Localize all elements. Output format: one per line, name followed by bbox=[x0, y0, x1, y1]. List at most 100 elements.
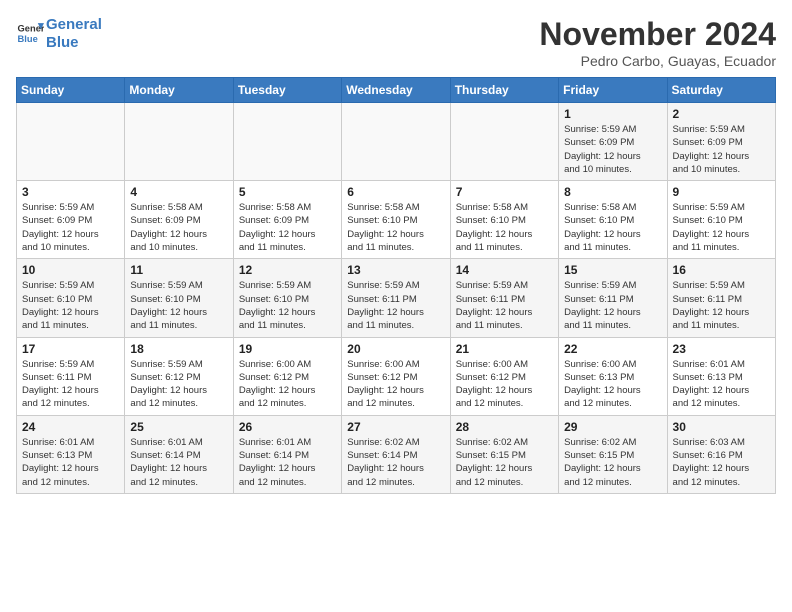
day-info: Sunrise: 5:59 AM Sunset: 6:09 PM Dayligh… bbox=[564, 123, 661, 176]
day-number: 26 bbox=[239, 420, 336, 434]
day-number: 12 bbox=[239, 263, 336, 277]
calendar-cell: 7 Sunrise: 5:58 AM Sunset: 6:10 PM Daylig… bbox=[450, 181, 558, 259]
calendar-cell: 27 Sunrise: 6:02 AM Sunset: 6:14 PM Dayli… bbox=[342, 415, 450, 493]
day-number: 28 bbox=[456, 420, 553, 434]
calendar-cell: 14 Sunrise: 5:59 AM Sunset: 6:11 PM Dayli… bbox=[450, 259, 558, 337]
logo: General Blue GeneralBlue bbox=[16, 16, 102, 52]
location-subtitle: Pedro Carbo, Guayas, Ecuador bbox=[539, 53, 776, 69]
logo-icon: General Blue bbox=[16, 20, 44, 48]
day-info: Sunrise: 6:00 AM Sunset: 6:12 PM Dayligh… bbox=[347, 358, 444, 411]
calendar-cell: 20 Sunrise: 6:00 AM Sunset: 6:12 PM Dayli… bbox=[342, 337, 450, 415]
calendar-cell: 11 Sunrise: 5:59 AM Sunset: 6:10 PM Dayli… bbox=[125, 259, 233, 337]
page-header: General Blue GeneralBlue November 2024 P… bbox=[16, 16, 776, 69]
calendar-cell: 8 Sunrise: 5:58 AM Sunset: 6:10 PM Daylig… bbox=[559, 181, 667, 259]
day-number: 3 bbox=[22, 185, 119, 199]
day-number: 8 bbox=[564, 185, 661, 199]
calendar-week-2: 3 Sunrise: 5:59 AM Sunset: 6:09 PM Daylig… bbox=[17, 181, 776, 259]
day-info: Sunrise: 6:02 AM Sunset: 6:15 PM Dayligh… bbox=[456, 436, 553, 489]
day-info: Sunrise: 5:59 AM Sunset: 6:10 PM Dayligh… bbox=[239, 279, 336, 332]
day-info: Sunrise: 6:01 AM Sunset: 6:14 PM Dayligh… bbox=[239, 436, 336, 489]
calendar-cell: 21 Sunrise: 6:00 AM Sunset: 6:12 PM Dayli… bbox=[450, 337, 558, 415]
day-info: Sunrise: 5:58 AM Sunset: 6:10 PM Dayligh… bbox=[347, 201, 444, 254]
day-info: Sunrise: 5:59 AM Sunset: 6:11 PM Dayligh… bbox=[564, 279, 661, 332]
calendar-cell: 10Sunrise: 5:59 AM Sunset: 6:10 PM Dayli… bbox=[17, 259, 125, 337]
day-number: 6 bbox=[347, 185, 444, 199]
day-info: Sunrise: 6:03 AM Sunset: 6:16 PM Dayligh… bbox=[673, 436, 770, 489]
day-number: 27 bbox=[347, 420, 444, 434]
day-number: 13 bbox=[347, 263, 444, 277]
calendar-cell: 26 Sunrise: 6:01 AM Sunset: 6:14 PM Dayli… bbox=[233, 415, 341, 493]
weekday-header-wednesday: Wednesday bbox=[342, 78, 450, 103]
calendar-cell bbox=[125, 103, 233, 181]
calendar-cell bbox=[17, 103, 125, 181]
day-info: Sunrise: 5:59 AM Sunset: 6:09 PM Dayligh… bbox=[673, 123, 770, 176]
day-info: Sunrise: 5:59 AM Sunset: 6:11 PM Dayligh… bbox=[456, 279, 553, 332]
calendar-cell: 12 Sunrise: 5:59 AM Sunset: 6:10 PM Dayli… bbox=[233, 259, 341, 337]
day-number: 21 bbox=[456, 342, 553, 356]
day-number: 1 bbox=[564, 107, 661, 121]
day-info: Sunrise: 6:00 AM Sunset: 6:12 PM Dayligh… bbox=[456, 358, 553, 411]
day-info: Sunrise: 5:59 AM Sunset: 6:11 PM Dayligh… bbox=[673, 279, 770, 332]
calendar-cell: 9Sunrise: 5:59 AM Sunset: 6:10 PM Daylig… bbox=[667, 181, 775, 259]
day-number: 14 bbox=[456, 263, 553, 277]
calendar-cell: 13Sunrise: 5:59 AM Sunset: 6:11 PM Dayli… bbox=[342, 259, 450, 337]
calendar-cell bbox=[233, 103, 341, 181]
calendar-cell: 28 Sunrise: 6:02 AM Sunset: 6:15 PM Dayli… bbox=[450, 415, 558, 493]
day-number: 25 bbox=[130, 420, 227, 434]
day-info: Sunrise: 6:02 AM Sunset: 6:15 PM Dayligh… bbox=[564, 436, 661, 489]
logo-text: GeneralBlue bbox=[46, 16, 102, 52]
calendar-week-3: 10Sunrise: 5:59 AM Sunset: 6:10 PM Dayli… bbox=[17, 259, 776, 337]
calendar-cell: 25Sunrise: 6:01 AM Sunset: 6:14 PM Dayli… bbox=[125, 415, 233, 493]
day-number: 30 bbox=[673, 420, 770, 434]
calendar-cell bbox=[342, 103, 450, 181]
day-number: 23 bbox=[673, 342, 770, 356]
calendar-table: SundayMondayTuesdayWednesdayThursdayFrid… bbox=[16, 77, 776, 494]
day-info: Sunrise: 5:58 AM Sunset: 6:10 PM Dayligh… bbox=[564, 201, 661, 254]
day-number: 20 bbox=[347, 342, 444, 356]
day-info: Sunrise: 5:59 AM Sunset: 6:10 PM Dayligh… bbox=[130, 279, 227, 332]
day-number: 11 bbox=[130, 263, 227, 277]
svg-text:Blue: Blue bbox=[18, 34, 38, 44]
day-info: Sunrise: 6:01 AM Sunset: 6:13 PM Dayligh… bbox=[673, 358, 770, 411]
calendar-cell: 29Sunrise: 6:02 AM Sunset: 6:15 PM Dayli… bbox=[559, 415, 667, 493]
calendar-cell: 6 Sunrise: 5:58 AM Sunset: 6:10 PM Daylig… bbox=[342, 181, 450, 259]
calendar-cell: 30 Sunrise: 6:03 AM Sunset: 6:16 PM Dayli… bbox=[667, 415, 775, 493]
calendar-week-1: 1 Sunrise: 5:59 AM Sunset: 6:09 PM Daylig… bbox=[17, 103, 776, 181]
weekday-header-monday: Monday bbox=[125, 78, 233, 103]
day-info: Sunrise: 5:59 AM Sunset: 6:11 PM Dayligh… bbox=[22, 358, 119, 411]
calendar-cell: 24Sunrise: 6:01 AM Sunset: 6:13 PM Dayli… bbox=[17, 415, 125, 493]
day-number: 18 bbox=[130, 342, 227, 356]
title-block: November 2024 Pedro Carbo, Guayas, Ecuad… bbox=[539, 16, 776, 69]
calendar-cell: 19 Sunrise: 6:00 AM Sunset: 6:12 PM Dayli… bbox=[233, 337, 341, 415]
day-info: Sunrise: 5:59 AM Sunset: 6:12 PM Dayligh… bbox=[130, 358, 227, 411]
day-number: 4 bbox=[130, 185, 227, 199]
weekday-header-row: SundayMondayTuesdayWednesdayThursdayFrid… bbox=[17, 78, 776, 103]
day-info: Sunrise: 5:59 AM Sunset: 6:10 PM Dayligh… bbox=[22, 279, 119, 332]
weekday-header-saturday: Saturday bbox=[667, 78, 775, 103]
day-number: 15 bbox=[564, 263, 661, 277]
day-number: 24 bbox=[22, 420, 119, 434]
calendar-cell: 16Sunrise: 5:59 AM Sunset: 6:11 PM Dayli… bbox=[667, 259, 775, 337]
day-number: 2 bbox=[673, 107, 770, 121]
day-info: Sunrise: 5:58 AM Sunset: 6:09 PM Dayligh… bbox=[239, 201, 336, 254]
weekday-header-thursday: Thursday bbox=[450, 78, 558, 103]
calendar-cell: 18 Sunrise: 5:59 AM Sunset: 6:12 PM Dayli… bbox=[125, 337, 233, 415]
day-info: Sunrise: 6:00 AM Sunset: 6:12 PM Dayligh… bbox=[239, 358, 336, 411]
day-number: 17 bbox=[22, 342, 119, 356]
calendar-cell bbox=[450, 103, 558, 181]
calendar-week-4: 17 Sunrise: 5:59 AM Sunset: 6:11 PM Dayli… bbox=[17, 337, 776, 415]
day-info: Sunrise: 5:58 AM Sunset: 6:10 PM Dayligh… bbox=[456, 201, 553, 254]
calendar-cell: 1 Sunrise: 5:59 AM Sunset: 6:09 PM Daylig… bbox=[559, 103, 667, 181]
calendar-cell: 15 Sunrise: 5:59 AM Sunset: 6:11 PM Dayli… bbox=[559, 259, 667, 337]
calendar-cell: 5Sunrise: 5:58 AM Sunset: 6:09 PM Daylig… bbox=[233, 181, 341, 259]
day-info: Sunrise: 5:58 AM Sunset: 6:09 PM Dayligh… bbox=[130, 201, 227, 254]
calendar-cell: 2 Sunrise: 5:59 AM Sunset: 6:09 PM Daylig… bbox=[667, 103, 775, 181]
calendar-cell: 23 Sunrise: 6:01 AM Sunset: 6:13 PM Dayli… bbox=[667, 337, 775, 415]
day-info: Sunrise: 6:02 AM Sunset: 6:14 PM Dayligh… bbox=[347, 436, 444, 489]
calendar-week-5: 24Sunrise: 6:01 AM Sunset: 6:13 PM Dayli… bbox=[17, 415, 776, 493]
month-title: November 2024 bbox=[539, 16, 776, 53]
day-info: Sunrise: 5:59 AM Sunset: 6:09 PM Dayligh… bbox=[22, 201, 119, 254]
weekday-header-tuesday: Tuesday bbox=[233, 78, 341, 103]
day-number: 19 bbox=[239, 342, 336, 356]
day-number: 7 bbox=[456, 185, 553, 199]
